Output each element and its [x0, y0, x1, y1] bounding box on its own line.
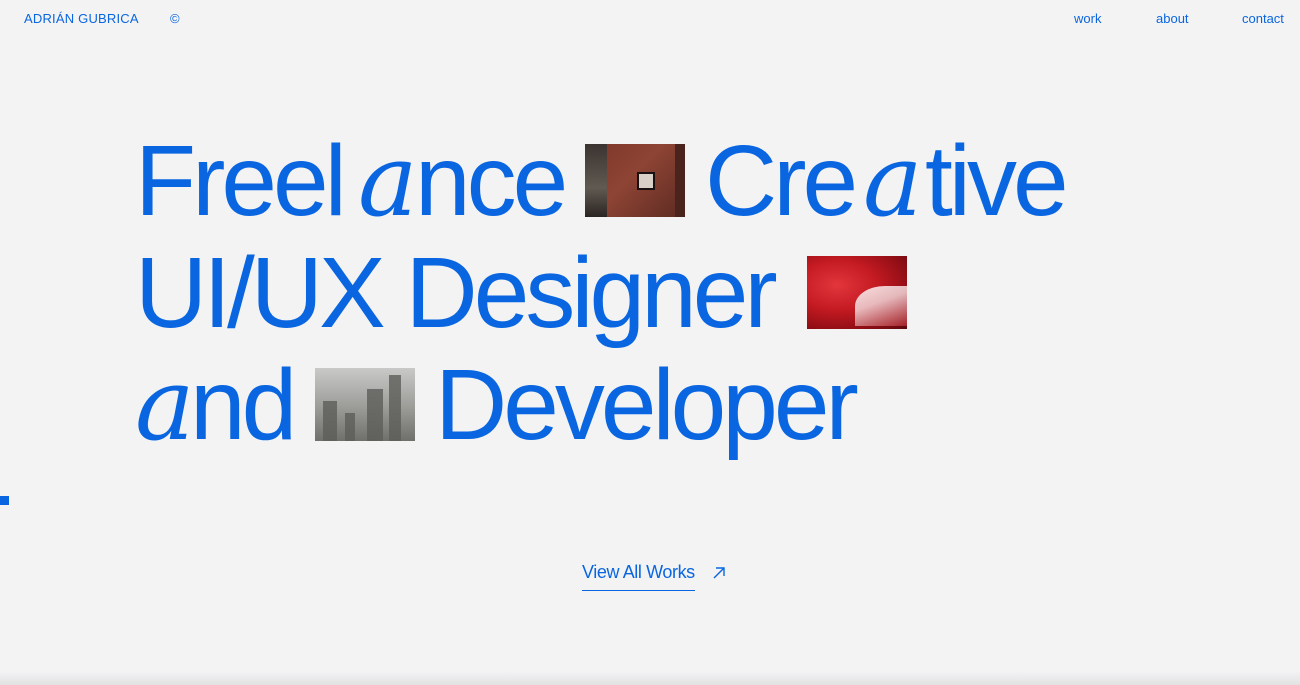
hero-letter-a-italic-2: a	[863, 122, 923, 239]
arrow-up-right-icon[interactable]	[710, 564, 728, 582]
hero-word-nce: nce	[415, 125, 568, 237]
hero-word-tive: tive	[925, 125, 1069, 237]
hero-letter-a-italic: a	[358, 122, 418, 239]
nav-work[interactable]: work	[1074, 11, 1101, 26]
copyright-symbol: ©	[170, 11, 180, 26]
bottom-shadow	[0, 671, 1300, 685]
hero-word-nd: nd	[190, 349, 297, 461]
hero-word-uiux-designer: UI/UX Designer	[135, 237, 778, 349]
hero-letter-a-italic-3: a	[135, 346, 195, 463]
hero-line-2: UI/UX Designer	[135, 237, 1235, 349]
hero-word-freel: Freel	[135, 125, 347, 237]
hero-heading: Freel a nce Cre a tive UI/UX Designer a …	[135, 122, 1235, 463]
thumbnail-image-red-abstract	[807, 256, 907, 329]
thumbnail-image-foggy-city	[315, 368, 415, 441]
thumbnail-image-room	[585, 144, 685, 217]
view-all-works-link[interactable]: View All Works	[582, 562, 695, 591]
hero-word-developer: Developer	[435, 349, 859, 461]
brand-link[interactable]: ADRIÁN GUBRICA	[24, 11, 139, 26]
hero-line-1: Freel a nce Cre a tive	[135, 122, 1235, 239]
hero-word-cre: Cre	[705, 125, 858, 237]
hero-line-3: a nd Developer	[135, 346, 1235, 463]
nav-contact[interactable]: contact	[1242, 11, 1284, 26]
nav-about[interactable]: about	[1156, 11, 1189, 26]
page: ADRIÁN GUBRICA © work about contact Free…	[0, 0, 1300, 685]
side-marker	[0, 496, 9, 505]
